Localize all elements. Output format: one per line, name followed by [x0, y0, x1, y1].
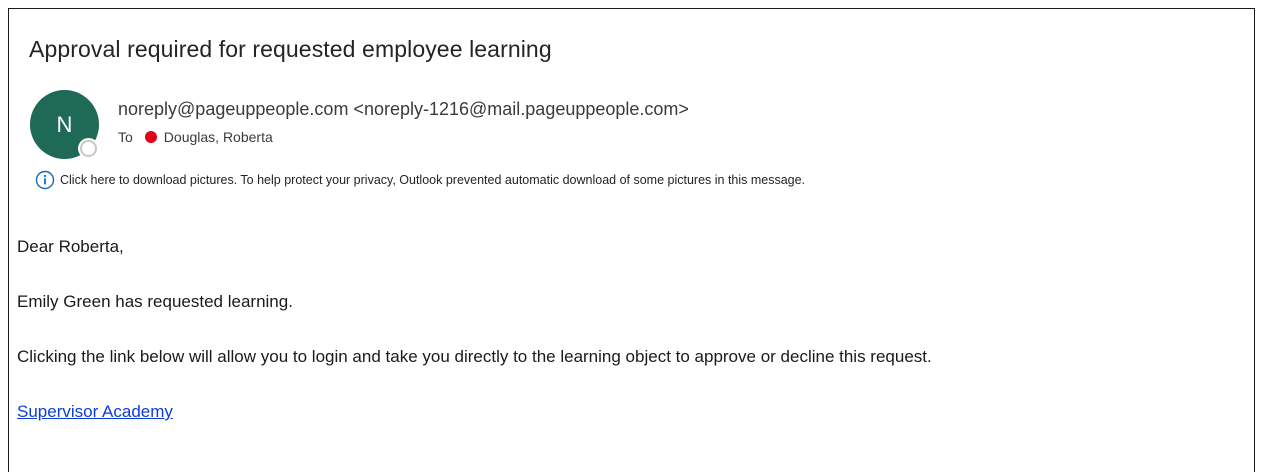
recipient-status-icon	[144, 131, 157, 143]
email-paragraph: Emily Green has requested learning.	[17, 292, 293, 311]
avatar-initial: N	[56, 111, 73, 137]
supervisor-academy-link[interactable]: Supervisor Academy	[17, 402, 173, 422]
sender-address[interactable]: noreply@pageuppeople.com <noreply-1216@m…	[118, 99, 689, 120]
email-greeting: Dear Roberta,	[17, 237, 124, 256]
email-subject: Approval required for requested employee…	[29, 36, 552, 62]
to-line: To Douglas, Roberta	[118, 129, 273, 145]
recipient-name[interactable]: Douglas, Roberta	[164, 129, 273, 145]
to-label: To	[118, 129, 133, 145]
email-reading-pane: Approval required for requested employee…	[8, 8, 1255, 472]
download-pictures-text: Click here to download pictures. To help…	[60, 173, 806, 187]
info-icon	[35, 170, 55, 190]
download-pictures-bar[interactable]: Click here to download pictures. To help…	[35, 170, 805, 190]
email-paragraph: Clicking the link below will allow you t…	[17, 347, 932, 366]
presence-status-icon	[80, 140, 97, 157]
